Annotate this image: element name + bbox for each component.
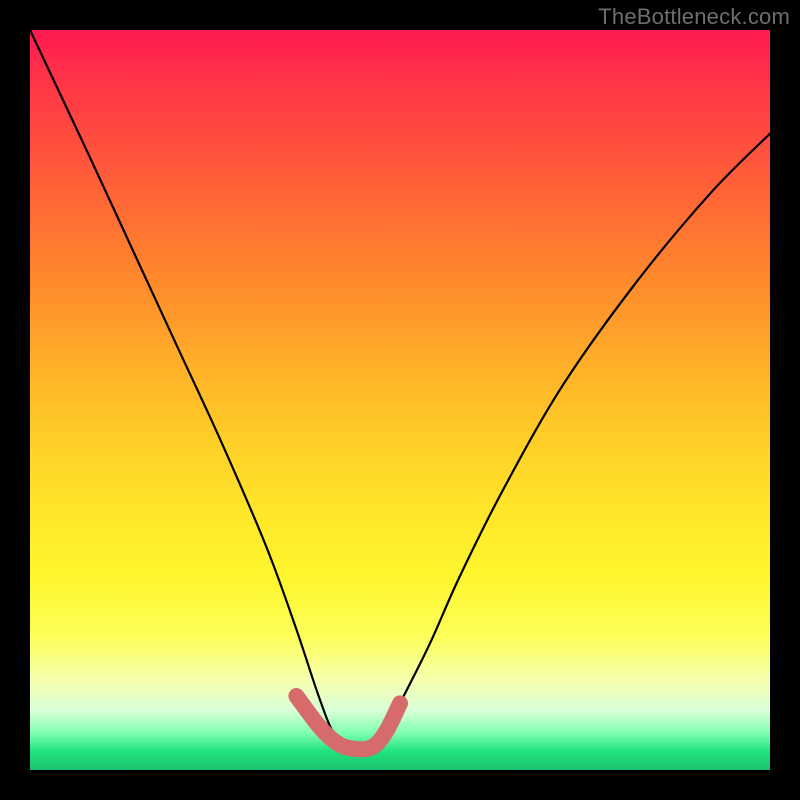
plot-area: [30, 30, 770, 770]
curve-svg: [30, 30, 770, 770]
chart-frame: TheBottleneck.com: [0, 0, 800, 800]
bottleneck-curve: [30, 30, 770, 750]
watermark-text: TheBottleneck.com: [598, 4, 790, 30]
optimal-range-highlight: [296, 696, 400, 749]
